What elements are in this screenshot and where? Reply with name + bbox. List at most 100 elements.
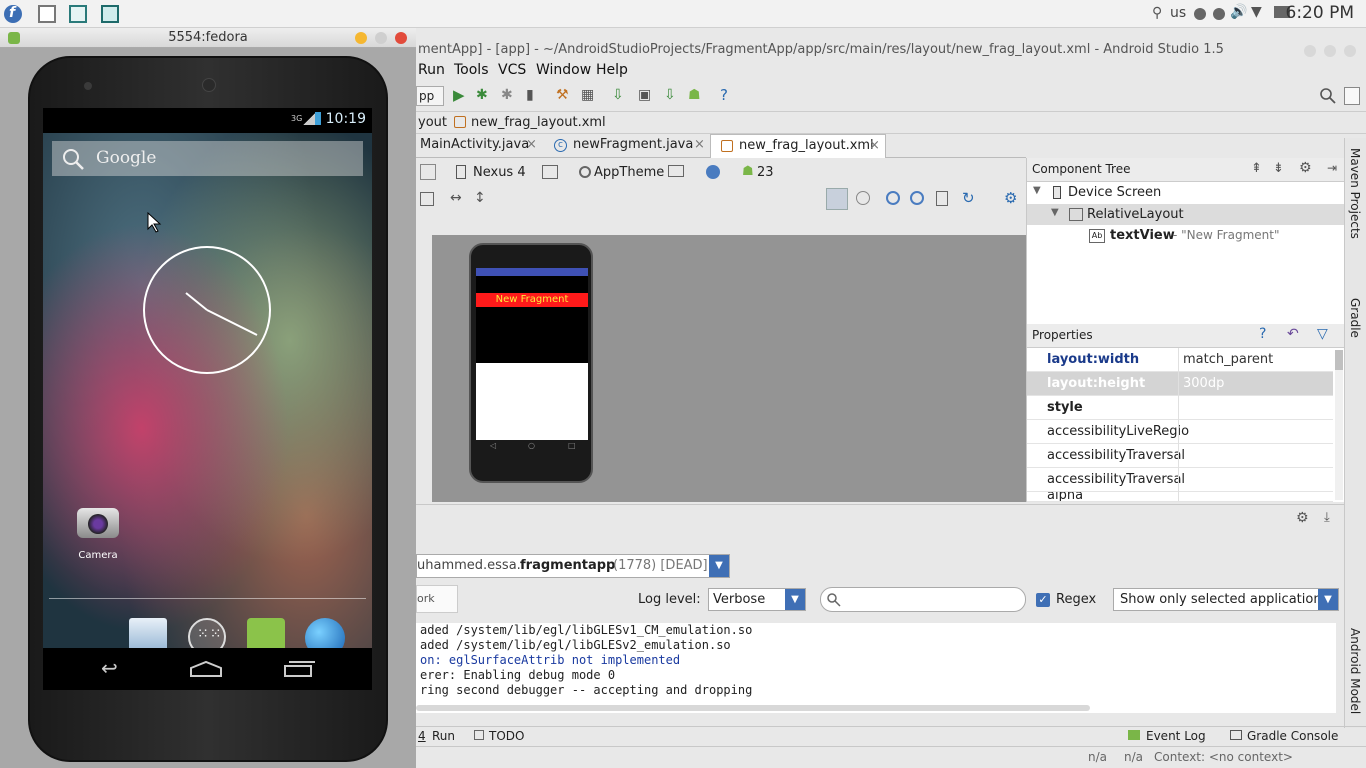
property-row[interactable]: accessibilityLiveRegio bbox=[1027, 420, 1333, 444]
sdk-icon[interactable]: ▦ bbox=[581, 87, 594, 103]
api-dropdown[interactable]: 23 bbox=[757, 165, 774, 180]
sync-gradle-icon[interactable]: ⇩ bbox=[612, 87, 624, 103]
maximize-button[interactable] bbox=[375, 32, 387, 44]
back-icon[interactable]: ↩ bbox=[101, 656, 118, 680]
avd-manager-icon[interactable]: ▣ bbox=[638, 87, 651, 103]
minimize-button[interactable] bbox=[1304, 45, 1316, 57]
run-tab-number[interactable]: 4 bbox=[418, 729, 426, 743]
terminal-icon[interactable] bbox=[101, 5, 119, 23]
restore-icon[interactable]: ↶ bbox=[1287, 326, 1299, 342]
filter-mode-dropdown[interactable]: Show only selected application ▼ bbox=[1113, 588, 1339, 611]
keyboard-layout[interactable]: us bbox=[1170, 5, 1186, 21]
tab-mainactivity[interactable]: MainActivity.java × bbox=[416, 134, 542, 157]
tab-newfragment[interactable]: c newFragment.java × bbox=[552, 134, 708, 157]
run-config-dropdown[interactable]: pp bbox=[416, 86, 444, 106]
regex-checkbox[interactable]: ✓ bbox=[1036, 593, 1050, 607]
preview-textview[interactable]: New Fragment bbox=[476, 293, 588, 307]
studio-title-bar[interactable]: mentApp] - [app] - ~/AndroidStudioProjec… bbox=[416, 42, 1366, 60]
tree-node-textview[interactable]: Ab textView - "New Fragment" bbox=[1027, 225, 1345, 247]
analog-clock-widget[interactable] bbox=[142, 245, 272, 375]
close-button[interactable] bbox=[395, 32, 407, 44]
camera-app-icon[interactable] bbox=[77, 502, 119, 538]
recents-icon[interactable] bbox=[283, 660, 317, 678]
todo-tab[interactable]: TODO bbox=[489, 729, 524, 743]
properties-scrollbar[interactable] bbox=[1335, 350, 1343, 500]
design-canvas[interactable]: New Fragment ◁ ○ □ bbox=[432, 235, 1026, 502]
zoom-fit-icon[interactable] bbox=[420, 192, 434, 206]
close-icon[interactable]: × bbox=[526, 137, 537, 152]
zoom-actual-icon[interactable] bbox=[826, 188, 848, 210]
property-row[interactable]: accessibilityTraversal bbox=[1027, 444, 1333, 468]
property-row[interactable]: accessibilityTraversal bbox=[1027, 468, 1333, 492]
hide-panel-icon[interactable]: ⤓ bbox=[1324, 510, 1330, 525]
chevron-down-icon[interactable]: ▼ bbox=[709, 555, 729, 577]
attach-icon[interactable]: ✱ bbox=[501, 87, 513, 103]
activity-icon[interactable] bbox=[668, 165, 684, 177]
theme-dropdown[interactable]: AppTheme bbox=[594, 165, 664, 180]
sdk-manager-icon[interactable]: ⇩ bbox=[664, 87, 676, 103]
chevron-down-icon[interactable]: ▼ bbox=[1318, 589, 1338, 610]
logcat-search-input[interactable] bbox=[820, 587, 1026, 612]
maximize-button[interactable] bbox=[1324, 45, 1336, 57]
messaging-icon[interactable] bbox=[247, 618, 285, 652]
menu-run[interactable]: Run bbox=[418, 62, 445, 78]
process-dropdown[interactable]: uhammed.essa. fragmentapp (1778) [DEAD] … bbox=[416, 554, 730, 578]
device-dropdown[interactable]: Nexus 4 bbox=[473, 165, 526, 180]
logcat-output[interactable]: aded /system/lib/egl/libGLESv1_CM_emulat… bbox=[416, 623, 1336, 713]
help-icon[interactable]: ? bbox=[720, 86, 728, 104]
chevron-down-icon[interactable]: ▼ bbox=[785, 589, 805, 610]
screenshot-icon[interactable] bbox=[936, 191, 948, 206]
search-icon[interactable] bbox=[1320, 88, 1336, 104]
event-log-tab[interactable]: Event Log bbox=[1146, 729, 1206, 743]
volume-icon[interactable]: 🔊 bbox=[1230, 4, 1247, 20]
locale-icon[interactable] bbox=[706, 165, 720, 179]
project-structure-icon[interactable]: ⚒ bbox=[556, 87, 569, 103]
show-desktop-icon[interactable] bbox=[38, 5, 56, 23]
settings-icon[interactable]: ⚙ bbox=[1004, 189, 1017, 207]
tab-new-frag-layout[interactable]: new_frag_layout.xml × bbox=[710, 134, 886, 158]
google-search-bar[interactable]: Google bbox=[52, 141, 363, 176]
refresh-icon[interactable]: ↻ bbox=[962, 189, 975, 207]
run-icon[interactable]: ▶ bbox=[453, 86, 465, 104]
breadcrumb-file[interactable]: new_frag_layout.xml bbox=[471, 115, 606, 130]
menu-help[interactable]: Help bbox=[596, 62, 628, 78]
pause-icon[interactable] bbox=[1213, 8, 1225, 20]
fedora-icon[interactable]: f bbox=[4, 5, 22, 23]
menu-vcs[interactable]: VCS bbox=[498, 62, 526, 78]
orientation-icon[interactable] bbox=[420, 164, 436, 180]
close-icon[interactable]: × bbox=[869, 138, 880, 153]
gradle-console-tab[interactable]: Gradle Console bbox=[1247, 729, 1338, 743]
property-row[interactable]: layout:width match_parent bbox=[1027, 348, 1333, 372]
home-icon[interactable] bbox=[189, 660, 223, 678]
emulator-title-bar[interactable]: 5554:fedora bbox=[0, 28, 416, 48]
tree-node-device-screen[interactable]: ▼ Device Screen bbox=[1027, 182, 1345, 204]
menu-window[interactable]: Window bbox=[536, 62, 591, 78]
gear-icon[interactable]: ⚙ bbox=[1299, 160, 1312, 176]
zoom-screen-icon[interactable] bbox=[856, 191, 870, 205]
encoding[interactable]: n/a bbox=[1124, 750, 1143, 764]
property-value[interactable]: match_parent bbox=[1183, 352, 1273, 367]
hide-icon[interactable]: ⇥ bbox=[1327, 161, 1337, 175]
property-row[interactable]: layout:height 300dp bbox=[1027, 372, 1333, 396]
tree-node-relativelayout[interactable]: ▼ RelativeLayout bbox=[1027, 204, 1345, 225]
close-icon[interactable]: × bbox=[694, 137, 705, 152]
minimize-button[interactable] bbox=[355, 32, 367, 44]
maven-projects-tab[interactable]: Maven Projects bbox=[1348, 148, 1362, 239]
close-button[interactable] bbox=[1344, 45, 1356, 57]
phone-screen[interactable]: 3G 10:19 Google Camera ⁙⁙ ↩ bbox=[43, 108, 372, 690]
user-icon[interactable] bbox=[1344, 87, 1360, 105]
chevron-down-icon[interactable]: ▼ bbox=[1051, 207, 1059, 218]
filter-icon[interactable]: ▽ bbox=[1317, 326, 1328, 342]
property-value[interactable]: 300dp bbox=[1183, 376, 1224, 391]
expand-all-icon[interactable]: ⇞ bbox=[1251, 161, 1262, 176]
run-tab[interactable]: Run bbox=[432, 729, 455, 743]
property-row[interactable]: alpha bbox=[1027, 492, 1333, 502]
help-icon[interactable]: ? bbox=[1259, 326, 1266, 342]
gradle-tab[interactable]: Gradle bbox=[1348, 298, 1362, 338]
property-row[interactable]: style bbox=[1027, 396, 1333, 420]
clock[interactable]: 6:20 PM bbox=[1286, 3, 1355, 23]
width-icon[interactable]: ↔ bbox=[450, 190, 462, 206]
height-icon[interactable]: ↕ bbox=[474, 190, 486, 206]
menu-tools[interactable]: Tools bbox=[454, 62, 489, 78]
caret-position[interactable]: n/a bbox=[1088, 750, 1107, 764]
